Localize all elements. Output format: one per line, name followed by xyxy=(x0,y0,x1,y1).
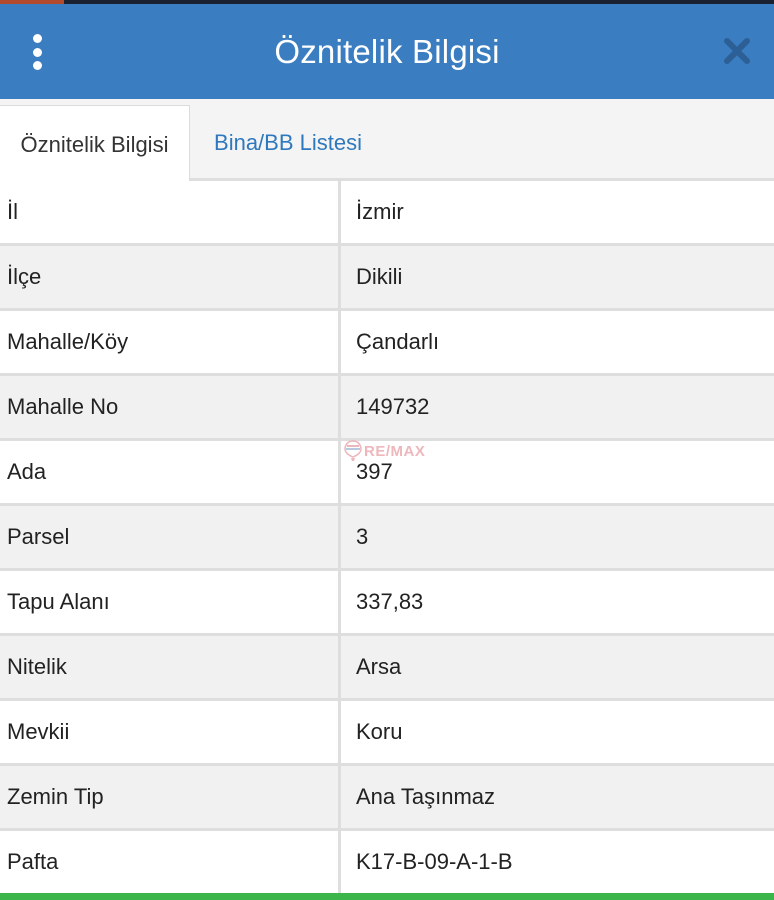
table-row: Mahalle No 149732 xyxy=(0,376,774,441)
bottom-bar xyxy=(0,893,774,900)
row-value: K17-B-09-A-1-B xyxy=(356,849,513,874)
row-value: 397 xyxy=(356,459,393,484)
row-value: 3 xyxy=(356,524,369,549)
table-row: İlçe Dikili xyxy=(0,246,774,311)
row-value: 149732 xyxy=(356,394,430,419)
row-value: 337,83 xyxy=(356,589,424,614)
row-label: Mahalle No xyxy=(0,376,341,438)
row-label: Zemin Tip xyxy=(0,766,341,828)
close-icon[interactable] xyxy=(722,36,752,66)
row-value: Koru xyxy=(356,719,403,744)
row-label: Pafta xyxy=(0,831,341,893)
close-icon-glyph xyxy=(724,38,750,64)
row-value: Dikili xyxy=(356,264,403,289)
row-label: Ada xyxy=(0,441,341,503)
tab-attribute-info[interactable]: Öznitelik Bilgisi xyxy=(0,105,190,184)
table-row: Nitelik Arsa xyxy=(0,636,774,701)
attribute-table: İl İzmir İlçe Dikili Mahalle/Köy Çandarl… xyxy=(0,181,774,896)
table-row: İl İzmir xyxy=(0,181,774,246)
table-row: Pafta K17-B-09-A-1-B xyxy=(0,831,774,896)
row-value: Arsa xyxy=(356,654,402,679)
page-title: Öznitelik Bilgisi xyxy=(274,32,500,70)
tab-bar: Öznitelik Bilgisi Bina/BB Listesi xyxy=(0,99,774,184)
row-value: Ana Taşınmaz xyxy=(356,784,496,809)
row-label: Mahalle/Köy xyxy=(0,311,341,373)
row-label: İl xyxy=(0,181,341,243)
row-label: Nitelik xyxy=(0,636,341,698)
attribute-info-screen: Öznitelik Bilgisi Öznitelik Bilgisi Bina… xyxy=(0,0,774,900)
table-row: Zemin Tip Ana Taşınmaz xyxy=(0,766,774,831)
row-value: İzmir xyxy=(356,199,404,224)
tab-building-list[interactable]: Bina/BB Listesi xyxy=(190,105,386,181)
row-label: Mevkii xyxy=(0,701,341,763)
row-label: Tapu Alanı xyxy=(0,571,341,633)
row-label: İlçe xyxy=(0,246,341,308)
table-row: Parsel 3 xyxy=(0,506,774,571)
table-row: Ada 397 xyxy=(0,441,774,506)
row-label: Parsel xyxy=(0,506,341,568)
header-bar: Öznitelik Bilgisi xyxy=(0,4,774,99)
table-row: Mahalle/Köy Çandarlı xyxy=(0,311,774,376)
table-row: Mevkii Koru xyxy=(0,701,774,766)
row-value: Çandarlı xyxy=(356,329,440,354)
table-row: Tapu Alanı 337,83 xyxy=(0,571,774,636)
